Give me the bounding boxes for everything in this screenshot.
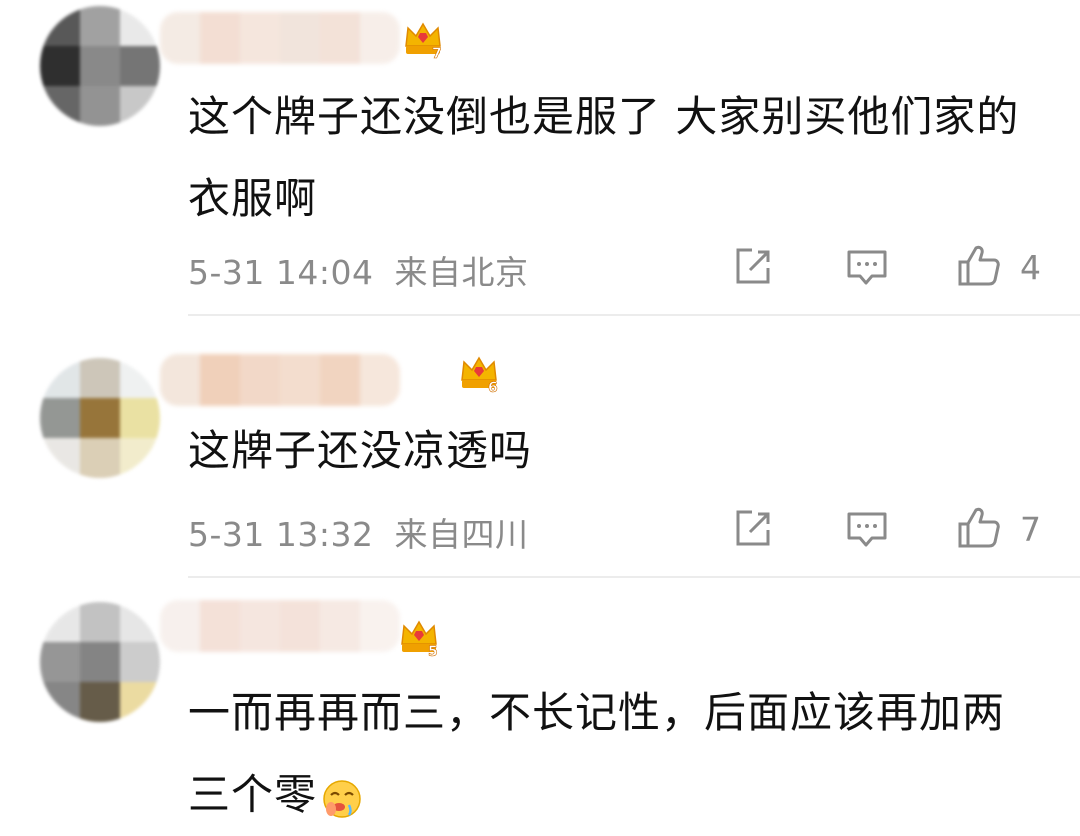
avatar-pixel <box>120 86 160 126</box>
avatar-pixel <box>80 358 120 398</box>
avatar-pixel <box>80 438 120 478</box>
avatar-pixel <box>120 358 160 398</box>
like-count: 7 <box>1020 510 1041 549</box>
comment-meta: 5-31 13:32 来自四川 <box>188 508 529 556</box>
avatar-pixel <box>40 86 80 126</box>
comment-text-content: 一而再再而三，不长记性，后面应该再加两三个零 <box>188 688 1006 819</box>
avatar-pixel <box>40 682 80 722</box>
avatar-pixel <box>120 642 160 682</box>
avatar[interactable] <box>40 602 160 722</box>
comment-icon[interactable] <box>844 244 890 290</box>
username-pixel <box>280 600 320 652</box>
badge-level: 7 <box>432 46 442 62</box>
username-pixel <box>320 12 360 64</box>
avatar-pixel <box>40 358 80 398</box>
avatar-pixel <box>120 398 160 438</box>
username-pixel <box>320 600 360 652</box>
username-pixel <box>160 12 200 64</box>
divider <box>188 576 1080 578</box>
comment-location: 来自北京 <box>394 253 529 292</box>
username-blurred[interactable] <box>160 600 400 652</box>
username-pixel <box>160 354 200 406</box>
avatar-pixel <box>80 6 120 46</box>
username-pixel <box>200 354 240 406</box>
share-icon[interactable] <box>730 244 776 290</box>
avatar-pixel <box>120 438 160 478</box>
avatar-pixel <box>80 398 120 438</box>
comment-time: 5-31 14:04 <box>188 253 374 292</box>
comment-location: 来自四川 <box>394 515 529 554</box>
avatar-pixel <box>80 46 120 86</box>
avatar-pixel <box>40 602 80 642</box>
username-blurred[interactable] <box>160 12 400 64</box>
username-pixel <box>360 12 400 64</box>
username-pixel <box>280 354 320 406</box>
badge-level: 6 <box>488 380 498 396</box>
share-icon[interactable] <box>730 506 776 552</box>
username-pixel <box>280 12 320 64</box>
avatar-pixel <box>120 602 160 642</box>
avatar[interactable] <box>40 6 160 126</box>
avatar-pixel <box>40 438 80 478</box>
avatar-pixel <box>120 682 160 722</box>
crown-level-badge[interactable]: 5 <box>396 614 442 660</box>
comment-text: 一而再再而三，不长记性，后面应该再加两三个零 <box>188 672 1008 836</box>
avatar-pixel <box>40 398 80 438</box>
avatar-pixel <box>40 642 80 682</box>
username-pixel <box>240 600 280 652</box>
drooling-face-emoji-icon <box>323 779 361 818</box>
avatar-pixel <box>80 642 120 682</box>
username-blurred[interactable] <box>160 354 400 406</box>
comment-text: 这牌子还没凉透吗 <box>188 426 533 475</box>
username-pixel <box>360 354 400 406</box>
divider <box>188 314 1080 316</box>
avatar-pixel <box>120 6 160 46</box>
username-pixel <box>200 12 240 64</box>
avatar-pixel <box>40 6 80 46</box>
username-pixel <box>320 354 360 406</box>
comment-time: 5-31 13:32 <box>188 515 374 554</box>
avatar-pixel <box>80 682 120 722</box>
avatar[interactable] <box>40 358 160 478</box>
comment-text: 这个牌子还没倒也是服了 大家别买他们家的衣服啊 <box>188 92 1020 223</box>
username-pixel <box>240 354 280 406</box>
username-pixel <box>240 12 280 64</box>
comment-meta: 5-31 14:04 来自北京 <box>188 246 529 294</box>
crown-level-badge[interactable]: 7 <box>400 16 446 62</box>
like-count: 4 <box>1020 248 1041 287</box>
avatar-pixel <box>80 86 120 126</box>
username-pixel <box>160 600 200 652</box>
crown-level-badge[interactable]: 6 <box>456 350 502 396</box>
username-pixel <box>360 600 400 652</box>
comment-icon[interactable] <box>844 506 890 552</box>
avatar-pixel <box>120 46 160 86</box>
username-pixel <box>200 600 240 652</box>
like-icon[interactable] <box>956 242 1002 288</box>
avatar-pixel <box>80 602 120 642</box>
avatar-pixel <box>40 46 80 86</box>
badge-level: 5 <box>428 644 438 660</box>
like-icon[interactable] <box>956 504 1002 550</box>
